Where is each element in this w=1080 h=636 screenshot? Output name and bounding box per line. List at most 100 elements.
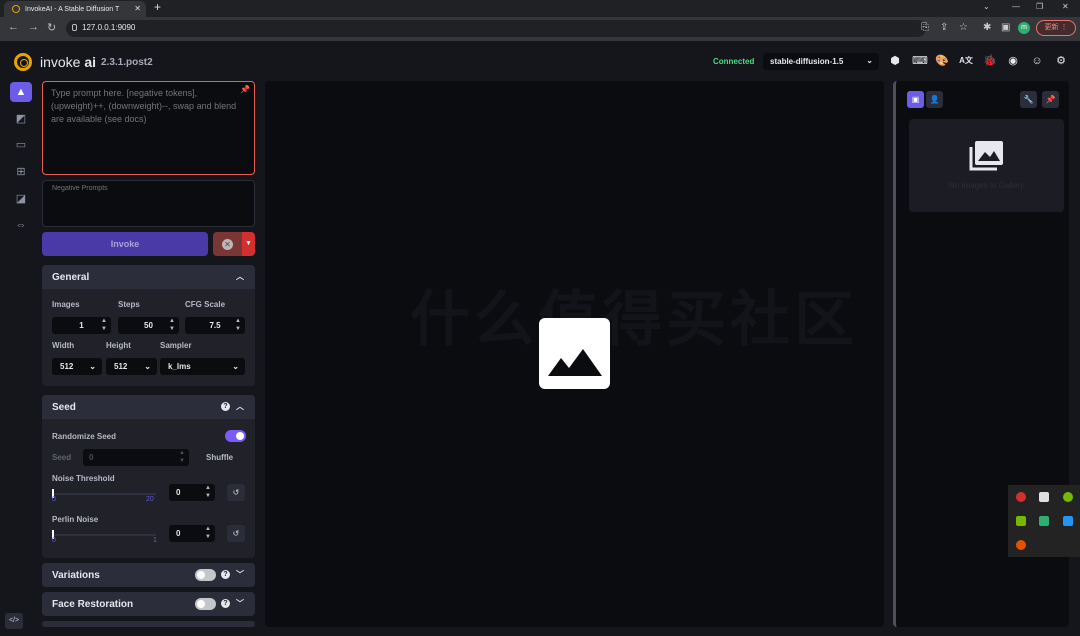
sampler-select[interactable]: k_lms ⌄ xyxy=(160,358,245,375)
language-icon[interactable]: A文 xyxy=(958,54,974,68)
seed-panel: Seed ? ︿ Randomize Seed Seed 0 ▲ ▼ Shuffle… xyxy=(42,395,255,558)
browser-tab[interactable]: InvokeAI - A Stable Diffusion T ✕ xyxy=(4,1,146,17)
back-icon[interactable]: ← xyxy=(8,21,19,33)
prompt-input[interactable] xyxy=(51,87,237,167)
translate-icon[interactable]: ⎘ xyxy=(921,22,929,33)
gallery-images-tab-icon[interactable]: ▣ xyxy=(907,91,924,108)
general-panel-header[interactable]: General ︿ xyxy=(42,265,255,289)
window-close-icon[interactable]: ✕ xyxy=(1062,2,1069,11)
tab-image-to-image[interactable]: ◩ xyxy=(10,109,32,129)
seed-panel-header[interactable]: Seed ? ︿ xyxy=(42,395,255,419)
cancel-button[interactable]: ✕ xyxy=(213,232,242,256)
shuffle-button[interactable]: Shuffle xyxy=(206,453,233,462)
prompt-box: 📌 xyxy=(42,81,255,175)
tab-text-to-image[interactable]: ▲ xyxy=(10,82,32,102)
new-tab-button[interactable]: + xyxy=(154,0,161,14)
noise-threshold-input[interactable]: 0 ▲ ▼ xyxy=(169,484,215,501)
bug-report-icon[interactable]: 🐞 xyxy=(983,54,997,68)
chevron-down-icon: ⌄ xyxy=(866,56,873,65)
perlin-noise-input[interactable]: 0 ▲ ▼ xyxy=(169,525,215,542)
face-restoration-panel-header[interactable]: Face Restoration ? ﹀ xyxy=(42,592,255,616)
tray-app-icon[interactable] xyxy=(1016,492,1026,502)
reset-perlin-icon[interactable]: ↺ xyxy=(227,525,245,542)
stepper-icon[interactable]: ▲ ▼ xyxy=(205,484,211,500)
stepper-icon[interactable]: ▲ ▼ xyxy=(235,317,241,333)
brand-name: invoke ai xyxy=(40,54,96,70)
tray-app-icon[interactable] xyxy=(1039,516,1049,526)
height-select[interactable]: 512 ⌄ xyxy=(106,358,157,375)
gallery-user-tab-icon[interactable]: 👤 xyxy=(926,91,943,108)
help-icon[interactable]: ? xyxy=(221,402,230,411)
stepper-icon[interactable]: ▲ ▼ xyxy=(179,449,185,465)
extensions-icon[interactable]: ✱ xyxy=(983,22,991,33)
tab-close-icon[interactable]: ✕ xyxy=(134,4,141,13)
watermark: 什么值得买社区 xyxy=(410,286,858,353)
steps-input[interactable]: 50 ▲ ▼ xyxy=(118,317,179,334)
negative-prompt-input[interactable] xyxy=(52,185,242,192)
pin-icon[interactable]: 📌 xyxy=(240,85,250,94)
width-select[interactable]: 512 ⌄ xyxy=(52,358,102,375)
connection-status: Connected xyxy=(713,57,755,66)
perlin-value: 0 xyxy=(176,529,181,538)
variations-title: Variations xyxy=(52,570,100,581)
site-info-icon[interactable] xyxy=(72,24,77,31)
variations-panel-header[interactable]: Variations ? ﹀ xyxy=(42,563,255,587)
github-icon[interactable]: ◉ xyxy=(1006,54,1020,68)
bookmark-star-icon[interactable]: ☆ xyxy=(959,22,968,33)
tray-app-icon[interactable] xyxy=(1039,492,1049,502)
model-manager-icon[interactable]: ⬢ xyxy=(888,54,902,68)
noise-threshold-slider[interactable] xyxy=(52,489,156,498)
help-icon[interactable]: ? xyxy=(221,570,230,579)
tab-unified-canvas[interactable]: ▭ xyxy=(10,135,32,155)
images-input[interactable]: 1 ▲ ▼ xyxy=(52,317,111,334)
sidepanel-icon[interactable]: ▣ xyxy=(1001,22,1010,33)
tray-nvidia-icon[interactable] xyxy=(1016,516,1026,526)
chevron-down-icon: ﹀ xyxy=(236,570,244,579)
stepper-icon[interactable]: ▲ ▼ xyxy=(101,317,107,333)
cfg-scale-input[interactable]: 7.5 ▲ ▼ xyxy=(185,317,245,334)
profile-avatar[interactable]: m xyxy=(1018,22,1030,34)
width-label: Width xyxy=(52,341,75,350)
discord-icon[interactable]: ☺ xyxy=(1030,54,1044,68)
cfg-scale-label: CFG Scale xyxy=(185,300,226,309)
chevron-down-icon: ﹀ xyxy=(236,599,244,608)
randomize-seed-toggle[interactable] xyxy=(225,430,246,442)
url-text: 127.0.0.1:9090 xyxy=(82,23,136,32)
gallery-pin-icon[interactable]: 📌 xyxy=(1042,91,1059,108)
theme-palette-icon[interactable]: 🎨 xyxy=(935,54,949,68)
reload-icon[interactable]: ↻ xyxy=(47,21,56,34)
tab-search-icon[interactable]: ⌄ xyxy=(983,2,990,11)
general-title: General xyxy=(52,272,90,283)
reset-noise-icon[interactable]: ↺ xyxy=(227,484,245,501)
invoke-button[interactable]: Invoke xyxy=(42,232,208,256)
face-restoration-toggle[interactable] xyxy=(195,598,216,610)
settings-gear-icon[interactable]: ⚙ xyxy=(1054,54,1068,68)
tray-app-icon[interactable] xyxy=(1063,516,1073,526)
sampler-value: k_lms xyxy=(168,362,191,371)
tab-training[interactable]: ⇔ xyxy=(10,215,32,235)
text-to-image-icon: ▲ xyxy=(15,86,27,98)
console-toggle-icon[interactable]: </> xyxy=(5,613,23,629)
help-icon[interactable]: ? xyxy=(221,599,230,608)
seed-input[interactable]: 0 ▲ ▼ xyxy=(83,449,189,466)
gallery-settings-wrench-icon[interactable]: 🔧 xyxy=(1020,91,1037,108)
tab-nodes[interactable]: ⊞ xyxy=(10,162,32,182)
address-bar[interactable]: 127.0.0.1:9090 xyxy=(66,20,926,37)
tab-postprocessing[interactable]: ◪ xyxy=(10,189,32,209)
cancel-options-button[interactable]: ▼ xyxy=(242,232,255,256)
minimize-icon[interactable]: — xyxy=(1012,2,1020,11)
model-select[interactable]: stable-diffusion-1.5 ⌄ xyxy=(763,53,879,70)
share-icon[interactable]: ⇪ xyxy=(940,22,948,33)
perlin-noise-slider[interactable] xyxy=(52,530,156,539)
variations-toggle[interactable] xyxy=(195,569,216,581)
stepper-icon[interactable]: ▲ ▼ xyxy=(205,525,211,541)
tray-app-icon[interactable] xyxy=(1016,540,1026,550)
stepper-icon[interactable]: ▲ ▼ xyxy=(169,317,175,333)
tray-app-icon[interactable] xyxy=(1063,492,1073,502)
nodes-icon: ⊞ xyxy=(16,166,26,178)
maximize-icon[interactable]: ❐ xyxy=(1036,2,1043,11)
hotkeys-keyboard-icon[interactable]: ⌨ xyxy=(912,54,928,68)
forward-icon[interactable]: → xyxy=(28,21,39,33)
update-button[interactable]: 更新 ⋮ xyxy=(1036,20,1076,36)
training-icon: ⇔ xyxy=(15,219,27,231)
